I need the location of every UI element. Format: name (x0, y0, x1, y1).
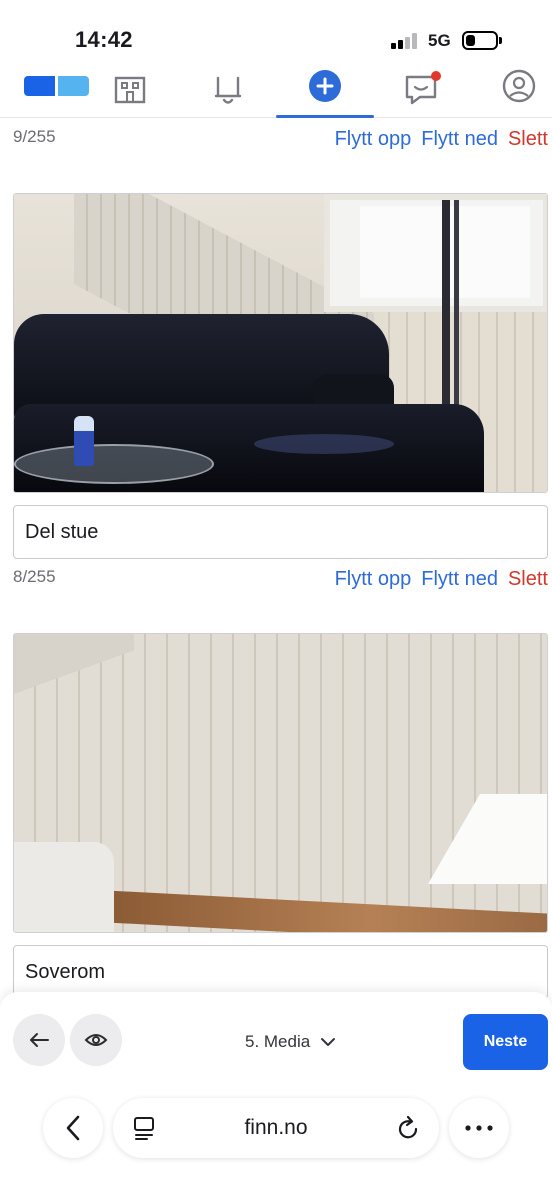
browser-back-button[interactable] (43, 1098, 103, 1158)
caption-input[interactable]: Soverom (13, 945, 548, 999)
chevron-left-icon (66, 1115, 80, 1141)
network-label: 5G (428, 31, 451, 50)
caption-value: Del stue (25, 520, 99, 543)
delete-link[interactable]: Slett (508, 128, 548, 151)
chevron-down-icon (321, 1038, 336, 1046)
char-counter: 8/255 (13, 567, 56, 586)
step-select[interactable]: 5. Media (245, 1032, 336, 1052)
next-button[interactable]: Neste (463, 1014, 548, 1070)
image-actions: Flytt opp Flytt ned Slett (335, 128, 548, 151)
back-button[interactable] (13, 1014, 65, 1066)
photo-bedroom[interactable] (13, 633, 548, 933)
active-tab-indicator (276, 115, 374, 118)
profile-icon (502, 69, 536, 103)
notification-dot (431, 71, 441, 81)
reload-icon[interactable] (396, 1115, 420, 1141)
nav-notifications[interactable] (204, 68, 252, 108)
image-actions: Flytt opp Flytt ned Slett (335, 568, 548, 591)
top-nav (0, 62, 552, 118)
move-up-link[interactable]: Flytt opp (335, 128, 412, 151)
chat-icon (405, 71, 441, 105)
eye-icon (84, 1034, 108, 1046)
finn-logo[interactable] (10, 62, 89, 112)
building-icon (114, 76, 146, 104)
move-down-link[interactable]: Flytt ned (421, 568, 498, 591)
more-icon (465, 1125, 493, 1131)
signal-icon (391, 33, 419, 49)
nav-realestate[interactable] (106, 68, 154, 108)
address-bar[interactable]: finn.no (113, 1098, 439, 1158)
battery-icon (462, 31, 498, 50)
nav-messages[interactable] (398, 68, 446, 108)
step-label: 5. Media (245, 1032, 311, 1051)
delete-link[interactable]: Slett (508, 568, 548, 591)
more-button[interactable] (449, 1098, 509, 1158)
char-counter: 9/255 (13, 127, 56, 146)
url-text: finn.no (244, 1116, 308, 1139)
status-time: 14:42 (75, 27, 133, 52)
plus-circle-icon (309, 70, 341, 102)
nav-profile[interactable] (495, 68, 543, 108)
move-down-link[interactable]: Flytt ned (421, 128, 498, 151)
arrow-left-icon (30, 1033, 49, 1047)
preview-button[interactable] (70, 1014, 122, 1066)
move-up-link[interactable]: Flytt opp (335, 568, 412, 591)
bell-icon (214, 76, 242, 104)
photo-living-room[interactable] (13, 193, 548, 493)
nav-new-ad[interactable] (301, 68, 349, 108)
caption-input[interactable]: Del stue (13, 505, 548, 559)
caption-value: Soverom (25, 960, 106, 983)
